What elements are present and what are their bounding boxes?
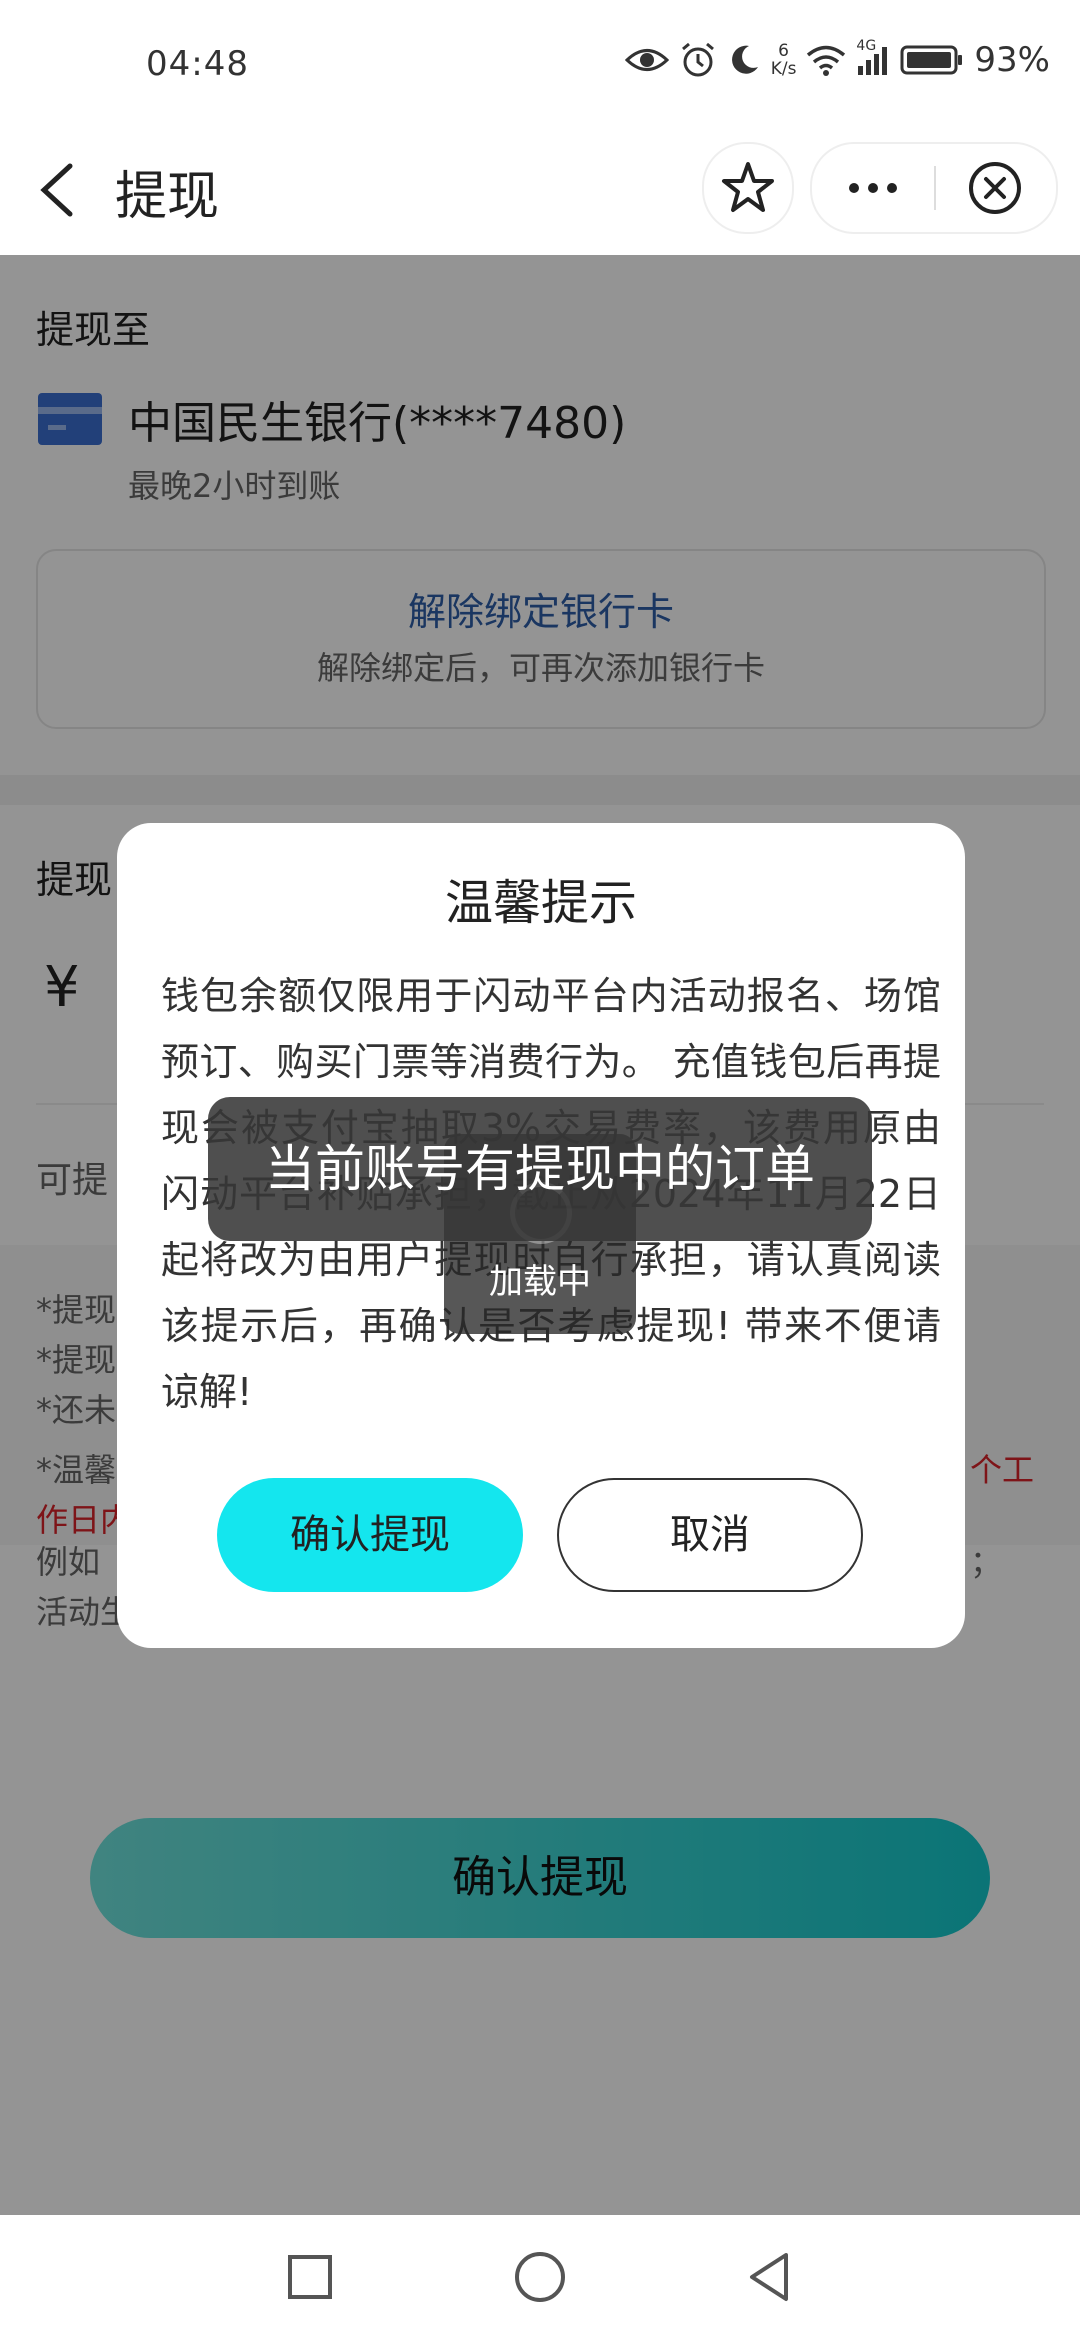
- network-type: 4G: [856, 38, 877, 54]
- mini-program-capsule: [810, 142, 1058, 234]
- star-icon: [722, 162, 774, 212]
- eye-icon: [624, 45, 669, 75]
- favorite-button[interactable]: [702, 142, 794, 234]
- back-button[interactable]: [30, 150, 100, 230]
- home-button[interactable]: [500, 2237, 580, 2317]
- close-circle-icon: [969, 162, 1021, 214]
- recents-square-icon: [288, 2255, 332, 2299]
- signal-icon: 4G: [856, 38, 890, 76]
- net-speed-value: 6: [778, 41, 789, 61]
- dialog-title: 温馨提示: [444, 875, 637, 931]
- back-triangle-icon: [750, 2253, 788, 2301]
- page-title: 提现: [115, 167, 220, 227]
- status-time: 04:48: [146, 44, 249, 84]
- nav-back-button[interactable]: [730, 2237, 810, 2317]
- battery-icon: [900, 44, 964, 76]
- loading-text: 加载中: [489, 1262, 591, 1302]
- more-icon: [849, 183, 897, 193]
- net-speed-unit: K/s: [770, 59, 797, 79]
- alarm-icon: [679, 41, 717, 79]
- back-icon: [40, 163, 73, 217]
- status-icons: 6 K/s 4G 93%: [624, 38, 1050, 80]
- close-button[interactable]: [934, 144, 1056, 232]
- home-circle-icon: [515, 2252, 565, 2302]
- more-button[interactable]: [812, 144, 934, 232]
- system-nav-bar: [0, 2215, 1080, 2340]
- toast-message: 当前账号有提现中的订单: [208, 1097, 872, 1241]
- dialog-confirm-button[interactable]: 确认提现: [217, 1478, 523, 1592]
- wifi-icon: [806, 44, 846, 76]
- dialog-cancel-button[interactable]: 取消: [557, 1478, 863, 1592]
- moon-icon: [727, 43, 761, 77]
- status-bar: 04:48 6 K/s 4G 93%: [0, 0, 1080, 130]
- net-speed-icon: 6 K/s: [771, 42, 797, 78]
- battery-percent: 93%: [974, 40, 1050, 80]
- recents-button[interactable]: [270, 2237, 350, 2317]
- title-bar: 提现: [0, 130, 1080, 255]
